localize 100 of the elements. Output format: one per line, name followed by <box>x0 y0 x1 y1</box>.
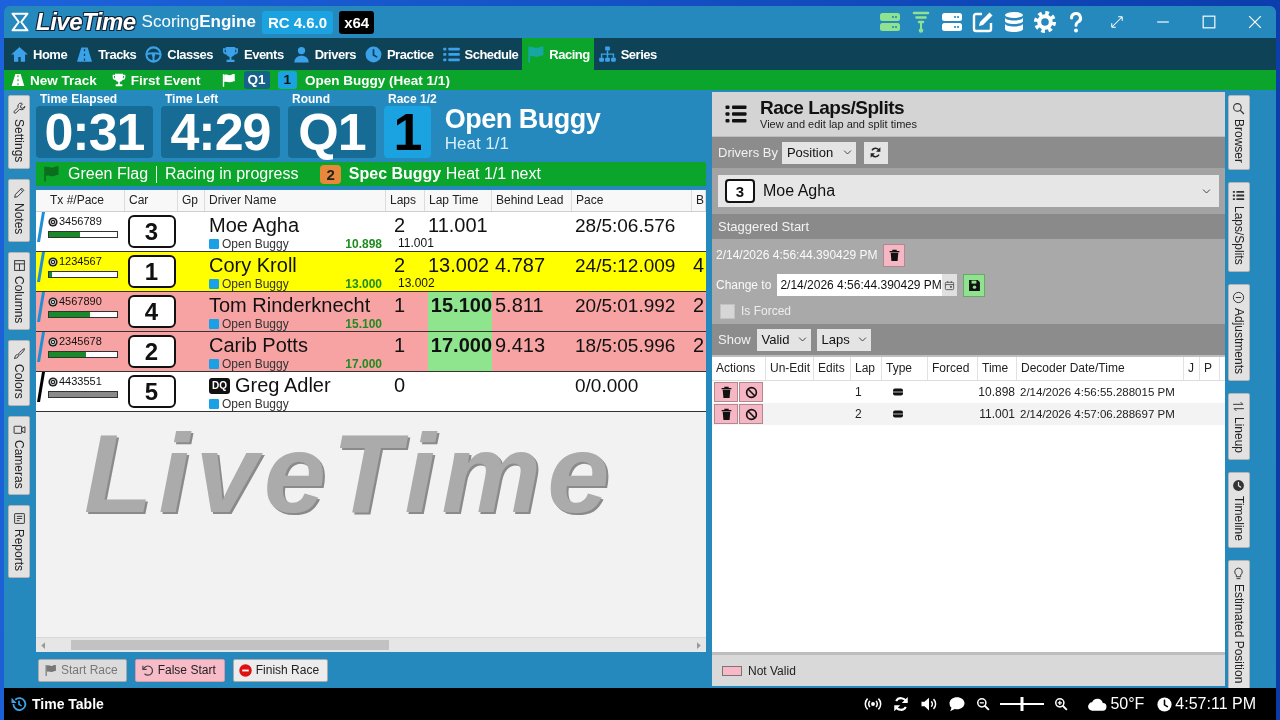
column-header[interactable]: Type <box>882 357 928 380</box>
lap-number: 1 <box>854 385 863 399</box>
side-tab[interactable]: Estimated Position <box>1227 559 1250 691</box>
nav-tab[interactable]: Events <box>217 38 288 70</box>
server-icon[interactable] <box>878 10 902 34</box>
history-icon <box>10 695 28 713</box>
chevron-down-icon <box>1202 186 1211 196</box>
side-tab[interactable]: Browser <box>1227 95 1250 170</box>
flag-status: Green Flag <box>68 165 149 183</box>
column-header[interactable]: Time <box>978 357 1017 380</box>
column-header[interactable]: Pace <box>572 190 692 211</box>
zoom-out-icon[interactable] <box>976 697 991 711</box>
type-dropdown[interactable]: Laps <box>816 328 871 351</box>
drivers-by-dropdown[interactable]: Position <box>781 141 856 164</box>
column-header[interactable]: Edits <box>814 357 851 380</box>
column-header[interactable]: Lap <box>851 357 882 380</box>
chat-icon[interactable] <box>948 695 967 713</box>
side-tab[interactable]: Columns <box>8 251 30 331</box>
driver-dropdown[interactable]: 3 Moe Agha <box>718 175 1219 207</box>
transponder-number: 2345678 <box>59 335 102 348</box>
nav-tab[interactable]: Schedule <box>437 38 523 70</box>
pace: 18/5:05.996 <box>575 335 676 356</box>
next-race-badge: 2 <box>320 164 341 184</box>
brush-icon <box>12 347 26 361</box>
close-icon[interactable] <box>1248 15 1262 29</box>
time-table-button[interactable]: Time Table <box>10 695 104 713</box>
column-header[interactable]: J <box>1184 357 1200 380</box>
side-tab[interactable]: Reports <box>8 505 30 579</box>
side-tab[interactable]: Laps/Splits <box>1227 182 1250 272</box>
side-tab[interactable]: Cameras <box>8 415 30 496</box>
database-icon[interactable] <box>1002 10 1026 34</box>
column-header[interactable]: Forced <box>928 357 978 380</box>
race-control-button[interactable]: Finish Race <box>232 658 329 682</box>
column-header[interactable]: Laps <box>386 190 425 211</box>
nav-tab[interactable]: Series <box>593 38 661 70</box>
column-header[interactable]: Un-Edit <box>766 357 814 380</box>
home-icon <box>10 44 29 64</box>
race-control-button[interactable]: False Start <box>134 658 225 682</box>
save-button[interactable] <box>963 273 986 297</box>
column-header[interactable]: Tx #/Pace <box>46 190 125 211</box>
app-logo: LiveTime <box>36 8 136 36</box>
zoom-in-icon[interactable] <box>1054 697 1069 711</box>
lap-count: 1 <box>394 334 406 357</box>
date-time-field[interactable]: 2/14/2026 4:56:44.390429 PM <box>777 274 958 296</box>
slider-thumb[interactable] <box>1020 697 1024 711</box>
horizontal-scrollbar[interactable] <box>36 637 706 652</box>
settings-icon[interactable] <box>1033 10 1057 34</box>
delete-button[interactable] <box>714 382 738 402</box>
prohibit-button[interactable] <box>739 404 763 424</box>
search-icon <box>1232 102 1245 115</box>
column-header[interactable]: Behind Lead <box>492 190 572 211</box>
edit-icon[interactable] <box>971 10 995 34</box>
prohibit-button[interactable] <box>739 382 763 402</box>
column-header[interactable]: Actions <box>712 357 766 380</box>
race-number-badge: 1 <box>277 71 298 89</box>
pencil-icon <box>12 186 26 200</box>
round-value: Q1 <box>288 106 376 158</box>
flag-icon <box>44 663 57 677</box>
nav-tab[interactable]: Practice <box>359 38 438 70</box>
column-header[interactable]: P <box>1200 357 1220 380</box>
server-icon[interactable] <box>940 10 964 34</box>
filter-dropdown[interactable]: Valid <box>756 328 811 351</box>
maximize-icon[interactable] <box>1202 15 1216 29</box>
legend-label: Not Valid <box>748 663 796 678</box>
document-icon <box>12 512 26 526</box>
scroll-right-icon[interactable] <box>694 640 703 650</box>
side-tab[interactable]: Lineup <box>1227 392 1250 460</box>
column-header[interactable]: Gp <box>178 190 205 211</box>
nav-tab[interactable]: Home <box>6 38 72 70</box>
clock-icon <box>1156 695 1174 713</box>
best-lap-time: 13.000 <box>345 277 382 291</box>
column-header[interactable]: Car <box>125 190 178 211</box>
sync-icon[interactable] <box>892 695 911 713</box>
side-tab[interactable]: Timeline <box>1227 471 1250 548</box>
volume-icon[interactable] <box>920 695 939 713</box>
column-header[interactable]: B <box>692 190 706 211</box>
column-header[interactable]: Decoder Date/Time <box>1017 357 1184 380</box>
checkbox[interactable] <box>720 303 735 319</box>
refresh-button[interactable] <box>863 141 888 164</box>
nav-tab[interactable]: Tracks <box>71 38 141 70</box>
side-tab[interactable]: Colors <box>8 340 30 406</box>
temperature: 50°F <box>1110 695 1145 713</box>
delete-button[interactable] <box>883 243 906 267</box>
broadcast-icon[interactable] <box>864 695 883 713</box>
expand-icon[interactable] <box>1110 15 1124 29</box>
column-header[interactable]: Lap Time <box>425 190 492 211</box>
behind-lead: 4.787 <box>495 254 546 276</box>
calendar-button[interactable] <box>941 274 958 296</box>
scrollbar-thumb[interactable] <box>71 640 389 650</box>
show-label: Show <box>718 332 751 347</box>
side-tab[interactable]: Notes <box>8 179 30 242</box>
scroll-left-icon[interactable] <box>39 640 48 650</box>
column-header[interactable]: Driver Name <box>205 190 386 211</box>
side-tab[interactable]: Settings <box>8 95 30 170</box>
nav-tab[interactable]: Classes <box>140 38 217 70</box>
side-tab[interactable]: Adjustments <box>1227 283 1250 381</box>
nav-tab[interactable]: Drivers <box>287 38 360 70</box>
transponder-number: 3456789 <box>59 215 102 228</box>
delete-button[interactable] <box>714 404 738 424</box>
transponder-icon <box>48 376 58 387</box>
